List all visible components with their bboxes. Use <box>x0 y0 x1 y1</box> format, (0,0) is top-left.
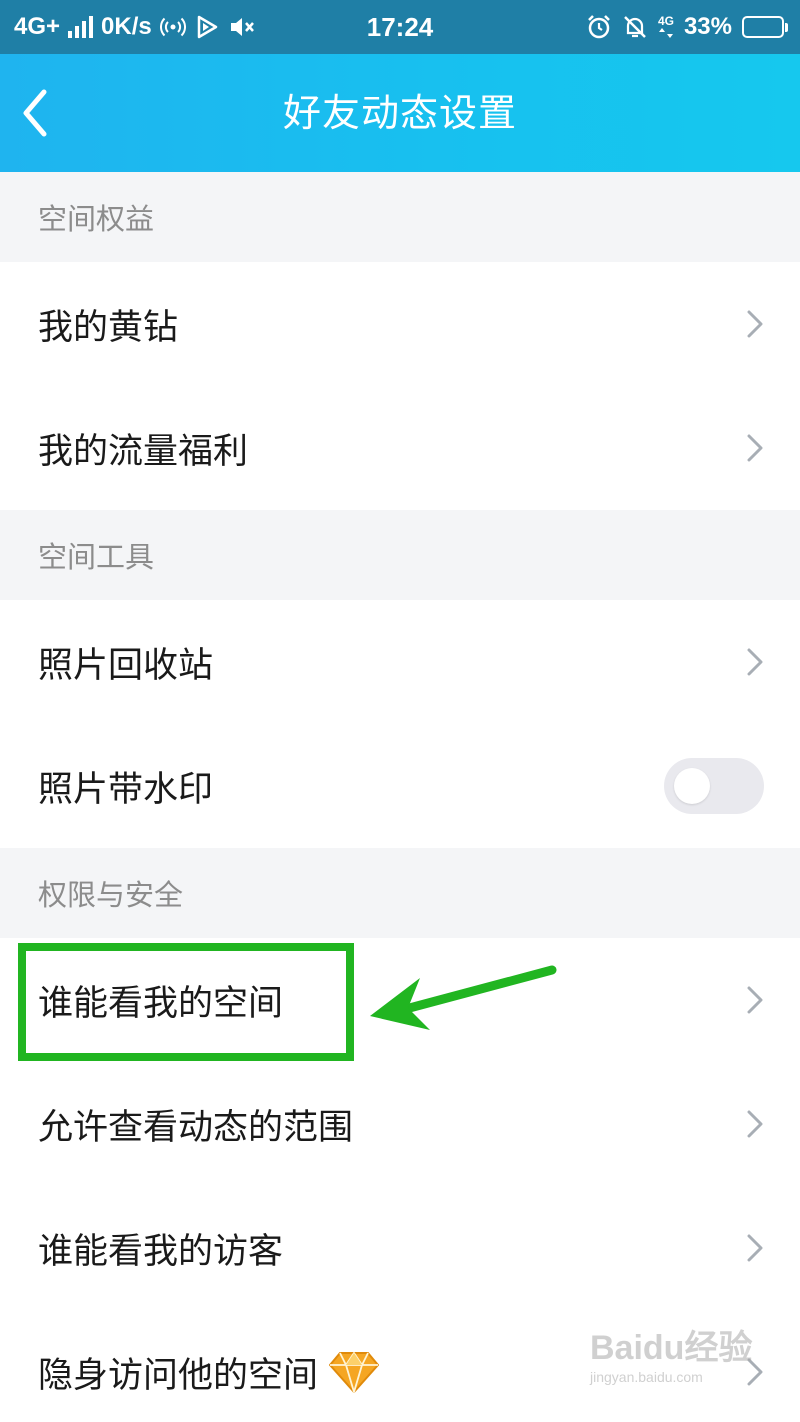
section-header-space-benefits: 空间权益 <box>0 172 800 262</box>
hotspot-icon <box>159 17 186 37</box>
volume-mute-icon <box>230 18 254 36</box>
chevron-right-icon <box>747 986 763 1014</box>
chevron-right-icon <box>747 1234 763 1262</box>
mini-network-label: 4G <box>657 14 674 28</box>
row-my-data-benefits[interactable]: 我的流量福利 <box>0 386 800 510</box>
row-invisible-visit[interactable]: 隐身访问他的空间 <box>0 1310 800 1422</box>
settings-list: 空间权益 我的黄钻 我的流量福利 空间工具 照片回收站 照片带水印 权限与安全 … <box>0 172 800 1422</box>
toggle-knob <box>674 768 710 804</box>
row-label: 谁能看我的访客 <box>38 1231 284 1272</box>
nav-bar: 好友动态设置 <box>0 54 800 172</box>
diamond-icon <box>329 1352 380 1393</box>
battery-percent: 33% <box>683 13 732 40</box>
status-bar: 4G+ 0K/s 17:24 4G 33% <box>0 0 800 54</box>
row-label: 隐身访问他的空间 <box>38 1355 319 1396</box>
row-who-can-see-my-visitors[interactable]: 谁能看我的访客 <box>0 1186 800 1310</box>
chevron-right-icon <box>747 434 763 462</box>
back-button[interactable] <box>14 84 68 142</box>
data-arrows-icon <box>658 28 673 38</box>
row-label: 我的流量福利 <box>38 431 249 472</box>
row-photo-watermark: 照片带水印 <box>0 724 800 848</box>
watermark-toggle[interactable] <box>664 758 764 814</box>
chevron-left-icon <box>23 89 47 137</box>
network-type: 4G+ <box>14 13 61 40</box>
row-label: 照片带水印 <box>38 769 214 810</box>
page-title: 好友动态设置 <box>282 91 517 135</box>
row-label: 允许查看动态的范围 <box>38 1107 354 1148</box>
row-label-with-badge: 隐身访问他的空间 <box>38 1347 380 1398</box>
section-header-privacy-security: 权限与安全 <box>0 848 800 938</box>
section-header-space-tools: 空间工具 <box>0 510 800 600</box>
play-icon <box>197 15 217 39</box>
chevron-right-icon <box>747 1110 763 1138</box>
row-label: 照片回收站 <box>38 645 214 686</box>
row-label: 我的黄钻 <box>38 307 179 348</box>
row-photo-recycle-bin[interactable]: 照片回收站 <box>0 600 800 724</box>
row-allowed-feed-range[interactable]: 允许查看动态的范围 <box>0 1062 800 1186</box>
status-right: 4G 33% <box>586 0 788 54</box>
network-speed: 0K/s <box>101 13 152 40</box>
chevron-right-icon <box>747 1358 763 1386</box>
alarm-icon <box>588 15 610 39</box>
row-who-can-see-my-space[interactable]: 谁能看我的空间 <box>0 938 800 1062</box>
row-label: 谁能看我的空间 <box>38 983 284 1024</box>
bell-off-icon <box>624 16 646 38</box>
row-my-yellow-diamond[interactable]: 我的黄钻 <box>0 262 800 386</box>
mini-network-indicator: 4G <box>658 15 674 39</box>
status-left: 4G+ 0K/s <box>14 0 256 54</box>
battery-icon <box>742 16 788 38</box>
chevron-right-icon <box>747 648 763 676</box>
signal-icon <box>68 16 94 38</box>
chevron-right-icon <box>747 310 763 338</box>
